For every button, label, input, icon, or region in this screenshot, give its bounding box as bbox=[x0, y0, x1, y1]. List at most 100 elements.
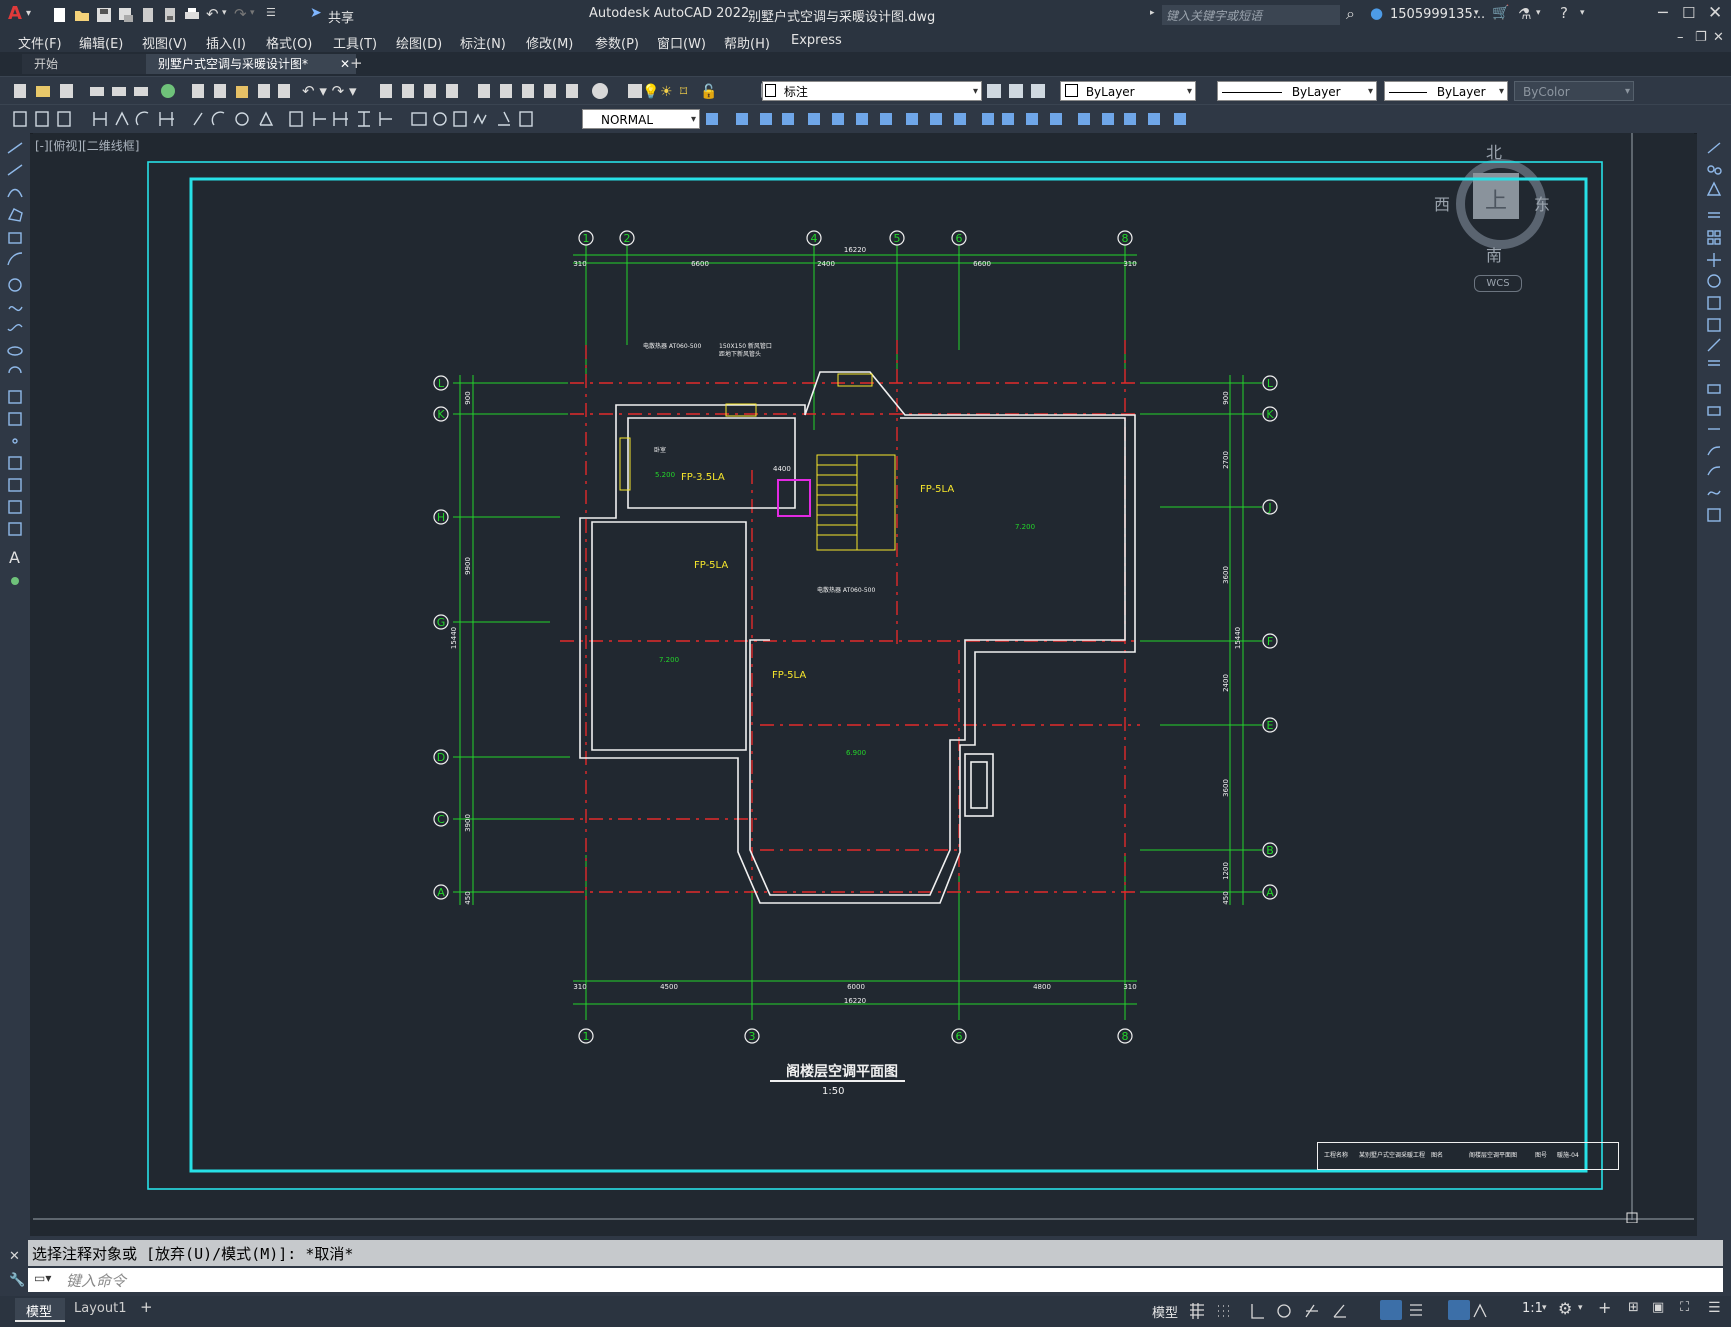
menu-view[interactable]: 视图(V) bbox=[142, 33, 187, 52]
command-close-icon[interactable]: ✕ bbox=[9, 1249, 20, 1264]
annotation-visibility-toggle[interactable] bbox=[1448, 1300, 1470, 1320]
layout-tab-layout1[interactable]: Layout1 bbox=[74, 1301, 126, 1316]
tab-close-icon[interactable]: ✕ bbox=[340, 54, 350, 74]
status-tools-icons[interactable] bbox=[1188, 1301, 1408, 1321]
customize-qat-icon[interactable]: ☰ bbox=[266, 6, 276, 19]
user-icon[interactable]: ● bbox=[1370, 4, 1383, 22]
annotation-scale-dropdown-icon[interactable]: ▾ bbox=[1542, 1303, 1547, 1313]
model-space-button[interactable]: 模型 bbox=[1152, 1302, 1178, 1321]
axis-right-K-label: K bbox=[1266, 408, 1274, 421]
search-icon[interactable]: ⌕ bbox=[1346, 4, 1355, 24]
axis-bottom-1: 1 bbox=[578, 1028, 594, 1044]
doc-close-icon[interactable]: ✕ bbox=[1713, 30, 1724, 45]
layer-tools-icons[interactable] bbox=[985, 81, 1055, 101]
new-file-icon[interactable] bbox=[52, 7, 68, 23]
share-icon[interactable]: ➤ bbox=[310, 5, 322, 21]
axis-right-J-label: J bbox=[1267, 501, 1271, 514]
new-tab-icon[interactable]: + bbox=[350, 54, 363, 72]
text-style-dropdown[interactable]: NORMAL ▾ bbox=[582, 109, 700, 129]
customize-status-icon[interactable]: ☰ bbox=[1708, 1300, 1721, 1316]
undo-dropdown-icon[interactable]: ▾ bbox=[222, 8, 227, 18]
menu-edit[interactable]: 编辑(E) bbox=[79, 33, 123, 52]
layout-tab-model-label: 模型 bbox=[26, 1305, 53, 1320]
web-save-icon[interactable] bbox=[162, 7, 178, 23]
annotation-scale[interactable]: 1:1 bbox=[1522, 1301, 1543, 1316]
menu-express[interactable]: Express bbox=[791, 33, 842, 48]
command-input-area[interactable]: ▭▾ 键入命令 bbox=[28, 1268, 1723, 1292]
search-expand-icon[interactable]: ▸ bbox=[1150, 8, 1155, 18]
menu-insert[interactable]: 插入(I) bbox=[206, 33, 246, 52]
axis-left-L: L bbox=[433, 375, 449, 391]
modify-toolbar bbox=[1697, 133, 1731, 1238]
help-dropdown-icon[interactable]: ▾ bbox=[1580, 8, 1585, 18]
autodesk-dropdown-icon[interactable]: ▾ bbox=[1536, 8, 1541, 18]
minimize-icon[interactable]: ─ bbox=[1658, 3, 1668, 22]
lineweight-dropdown[interactable]: ByLayer ▾ bbox=[1384, 81, 1508, 101]
menu-modify[interactable]: 修改(M) bbox=[526, 33, 573, 52]
layer-dropdown[interactable]: 标注 ▾ bbox=[762, 81, 982, 101]
redo-icon[interactable]: ↷ bbox=[234, 5, 247, 23]
note-radiator-b: 电散热器 AT060-500 bbox=[817, 587, 876, 594]
close-icon[interactable]: ✕ bbox=[1708, 3, 1722, 23]
save-as-icon[interactable] bbox=[118, 7, 134, 23]
menu-file[interactable]: 文件(F) bbox=[18, 33, 62, 52]
autodesk-app-icon[interactable]: ⚗ bbox=[1518, 5, 1531, 23]
doc-minimize-icon[interactable]: – bbox=[1677, 30, 1684, 45]
draw-toolbar: A bbox=[0, 133, 30, 1238]
dimension-tools-icons[interactable] bbox=[8, 109, 578, 129]
clean-screen-icon[interactable]: ⛶ bbox=[1680, 1300, 1689, 1315]
autocad-logo-icon[interactable]: A bbox=[8, 3, 22, 24]
command-input[interactable]: 键入命令 bbox=[66, 1270, 126, 1291]
undo-icon[interactable]: ↶ bbox=[206, 5, 219, 23]
open-folder-icon[interactable] bbox=[74, 7, 90, 23]
linetype-value: ByLayer bbox=[1291, 85, 1341, 99]
linetype-dropdown[interactable]: ByLayer ▾ bbox=[1217, 81, 1377, 101]
modify-side-icons[interactable] bbox=[1705, 139, 1725, 539]
maximize-icon[interactable]: ☐ bbox=[1682, 4, 1695, 22]
units-icon[interactable]: ⊞ bbox=[1628, 1300, 1639, 1315]
annotation-monitor-icon[interactable]: + bbox=[1598, 1298, 1611, 1317]
axis-right-B-label: B bbox=[1266, 844, 1274, 857]
share-button[interactable]: 共享 bbox=[328, 7, 354, 26]
help-icon[interactable]: ? bbox=[1560, 4, 1568, 22]
web-open-icon[interactable] bbox=[140, 7, 156, 23]
cart-icon[interactable]: 🛒 bbox=[1492, 5, 1509, 21]
save-icon[interactable] bbox=[96, 7, 112, 23]
tab-drawing[interactable]: 别墅户式空调与采暖设计图* ✕ bbox=[146, 54, 356, 74]
app-menu-chevron-icon[interactable]: ▾ bbox=[26, 8, 31, 19]
tab-start[interactable]: 开始 bbox=[22, 54, 156, 74]
search-box[interactable]: 键入关键字或短语 bbox=[1162, 5, 1340, 25]
modify-tools-icons[interactable] bbox=[704, 109, 1214, 129]
command-settings-icon[interactable]: 🔧 bbox=[9, 1273, 25, 1288]
menu-dimension[interactable]: 标注(N) bbox=[460, 33, 506, 52]
quick-properties-icon[interactable]: ▣ bbox=[1652, 1300, 1664, 1315]
plotstyle-dropdown[interactable]: ByColor ▾ bbox=[1514, 81, 1634, 101]
color-dropdown[interactable]: ByLayer ▾ bbox=[1060, 81, 1196, 101]
text-style-value: NORMAL bbox=[601, 113, 654, 127]
user-name[interactable]: 1505999135... bbox=[1390, 7, 1485, 22]
doc-restore-icon[interactable]: ❐ bbox=[1695, 30, 1707, 45]
plot-icon[interactable] bbox=[184, 7, 200, 23]
workspace-gear-icon[interactable]: ⚙ bbox=[1558, 1299, 1572, 1318]
lineweight-sample-line bbox=[1389, 92, 1427, 93]
layer-state-icons[interactable]: 💡 ☀ ⌑ 🔓 bbox=[640, 81, 770, 101]
standard-toolbar-icons[interactable]: ↶ ▾ ↷ ▾ bbox=[8, 81, 668, 101]
add-layout-icon[interactable]: + bbox=[140, 1298, 153, 1316]
menu-tools[interactable]: 工具(T) bbox=[333, 33, 377, 52]
search-input[interactable]: 键入关键字或短语 bbox=[1166, 7, 1262, 24]
workspace-dropdown-icon[interactable]: ▾ bbox=[1578, 1303, 1583, 1313]
object-snap-toggle[interactable] bbox=[1380, 1300, 1402, 1320]
menu-draw[interactable]: 绘图(D) bbox=[396, 33, 442, 52]
dim-bottom-4: 310 bbox=[1123, 983, 1136, 991]
draw-tools-icons[interactable]: A bbox=[6, 139, 26, 589]
menu-window[interactable]: 窗口(W) bbox=[657, 33, 706, 52]
drawing-canvas[interactable]: [-][俯视][二维线框] 上 北 南 西 东 WCS 1 2 4 5 6 8 … bbox=[33, 133, 1694, 1223]
user-dropdown-icon[interactable]: ▾ bbox=[1474, 8, 1479, 18]
menu-help[interactable]: 帮助(H) bbox=[724, 33, 770, 52]
menu-parametric[interactable]: 参数(P) bbox=[595, 33, 639, 52]
command-prompt-icon[interactable]: ▭▾ bbox=[34, 1271, 51, 1285]
axis-left-C: C bbox=[433, 811, 449, 827]
redo-dropdown-icon[interactable]: ▾ bbox=[250, 8, 255, 18]
menu-format[interactable]: 格式(O) bbox=[266, 33, 312, 52]
layout-tab-model[interactable]: 模型 bbox=[15, 1298, 65, 1322]
